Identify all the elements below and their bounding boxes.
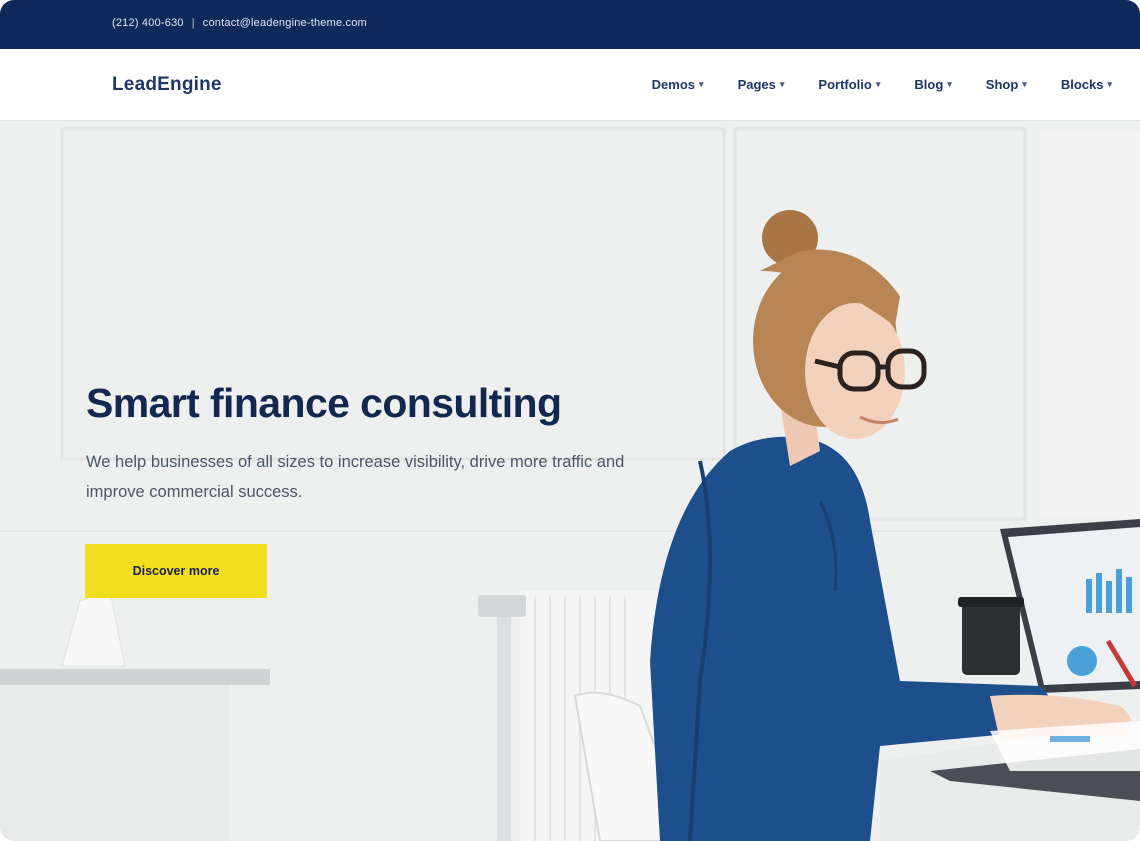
heating-pipe [497, 601, 511, 841]
chevron-down-icon: ▾ [875, 79, 881, 89]
wall-panel [1040, 129, 1140, 519]
chevron-down-icon: ▾ [779, 79, 785, 89]
nav-item-blog[interactable]: Blog ▾ [914, 77, 951, 92]
contact-info: (212) 400-630 | contact@leadengine-theme.c… [112, 17, 367, 29]
nav-item-label: Blog [914, 77, 944, 92]
chevron-down-icon: ▾ [699, 79, 704, 89]
contact-separator: | [191, 17, 195, 29]
page-frame: (212) 400-630 | contact@leadengine-theme.c… [0, 0, 1140, 841]
nav-item-label: Shop [985, 77, 1019, 92]
nav-item-portfolio[interactable]: Portfolio ▾ [818, 77, 880, 92]
discover-more-button[interactable]: Discover more [85, 544, 267, 598]
nav-item-shop[interactable]: Shop ▾ [986, 77, 1027, 92]
hero-title: Smart finance consulting [86, 380, 562, 426]
site-logo[interactable]: LeadEngine [112, 74, 222, 96]
chevron-down-icon: ▾ [1107, 79, 1112, 89]
main-navbar: LeadEngine Demos ▾ Pages ▾ Portfolio ▾ Blog… [0, 49, 1140, 121]
hero-subtitle: We help businesses of all sizes to incre… [86, 453, 625, 501]
main-nav: Demos ▾ Pages ▾ Portfolio ▾ Blog ▾ Shop ▾ Blo… [618, 77, 1112, 92]
nav-item-label: Blocks [1060, 77, 1104, 92]
nav-item-blocks[interactable]: Blocks ▾ [1061, 77, 1112, 92]
nav-item-label: Portfolio [818, 77, 872, 92]
side-table [0, 669, 270, 685]
nav-item-pages[interactable]: Pages ▾ [738, 77, 785, 92]
nav-item-demos[interactable]: Demos ▾ [652, 77, 704, 92]
chevron-down-icon: ▾ [947, 79, 952, 89]
coffee-cup [962, 601, 1020, 675]
hero-section: Smart finance consulting We help busines… [0, 121, 1140, 841]
top-contact-bar: (212) 400-630 | contact@leadengine-theme.c… [0, 0, 1140, 49]
chevron-down-icon: ▾ [1022, 79, 1027, 89]
email-address[interactable]: contact@leadengine-theme.com [203, 17, 367, 29]
nav-item-label: Pages [737, 77, 776, 92]
nav-item-label: Demos [651, 77, 696, 92]
phone-number[interactable]: (212) 400-630 [112, 17, 184, 29]
